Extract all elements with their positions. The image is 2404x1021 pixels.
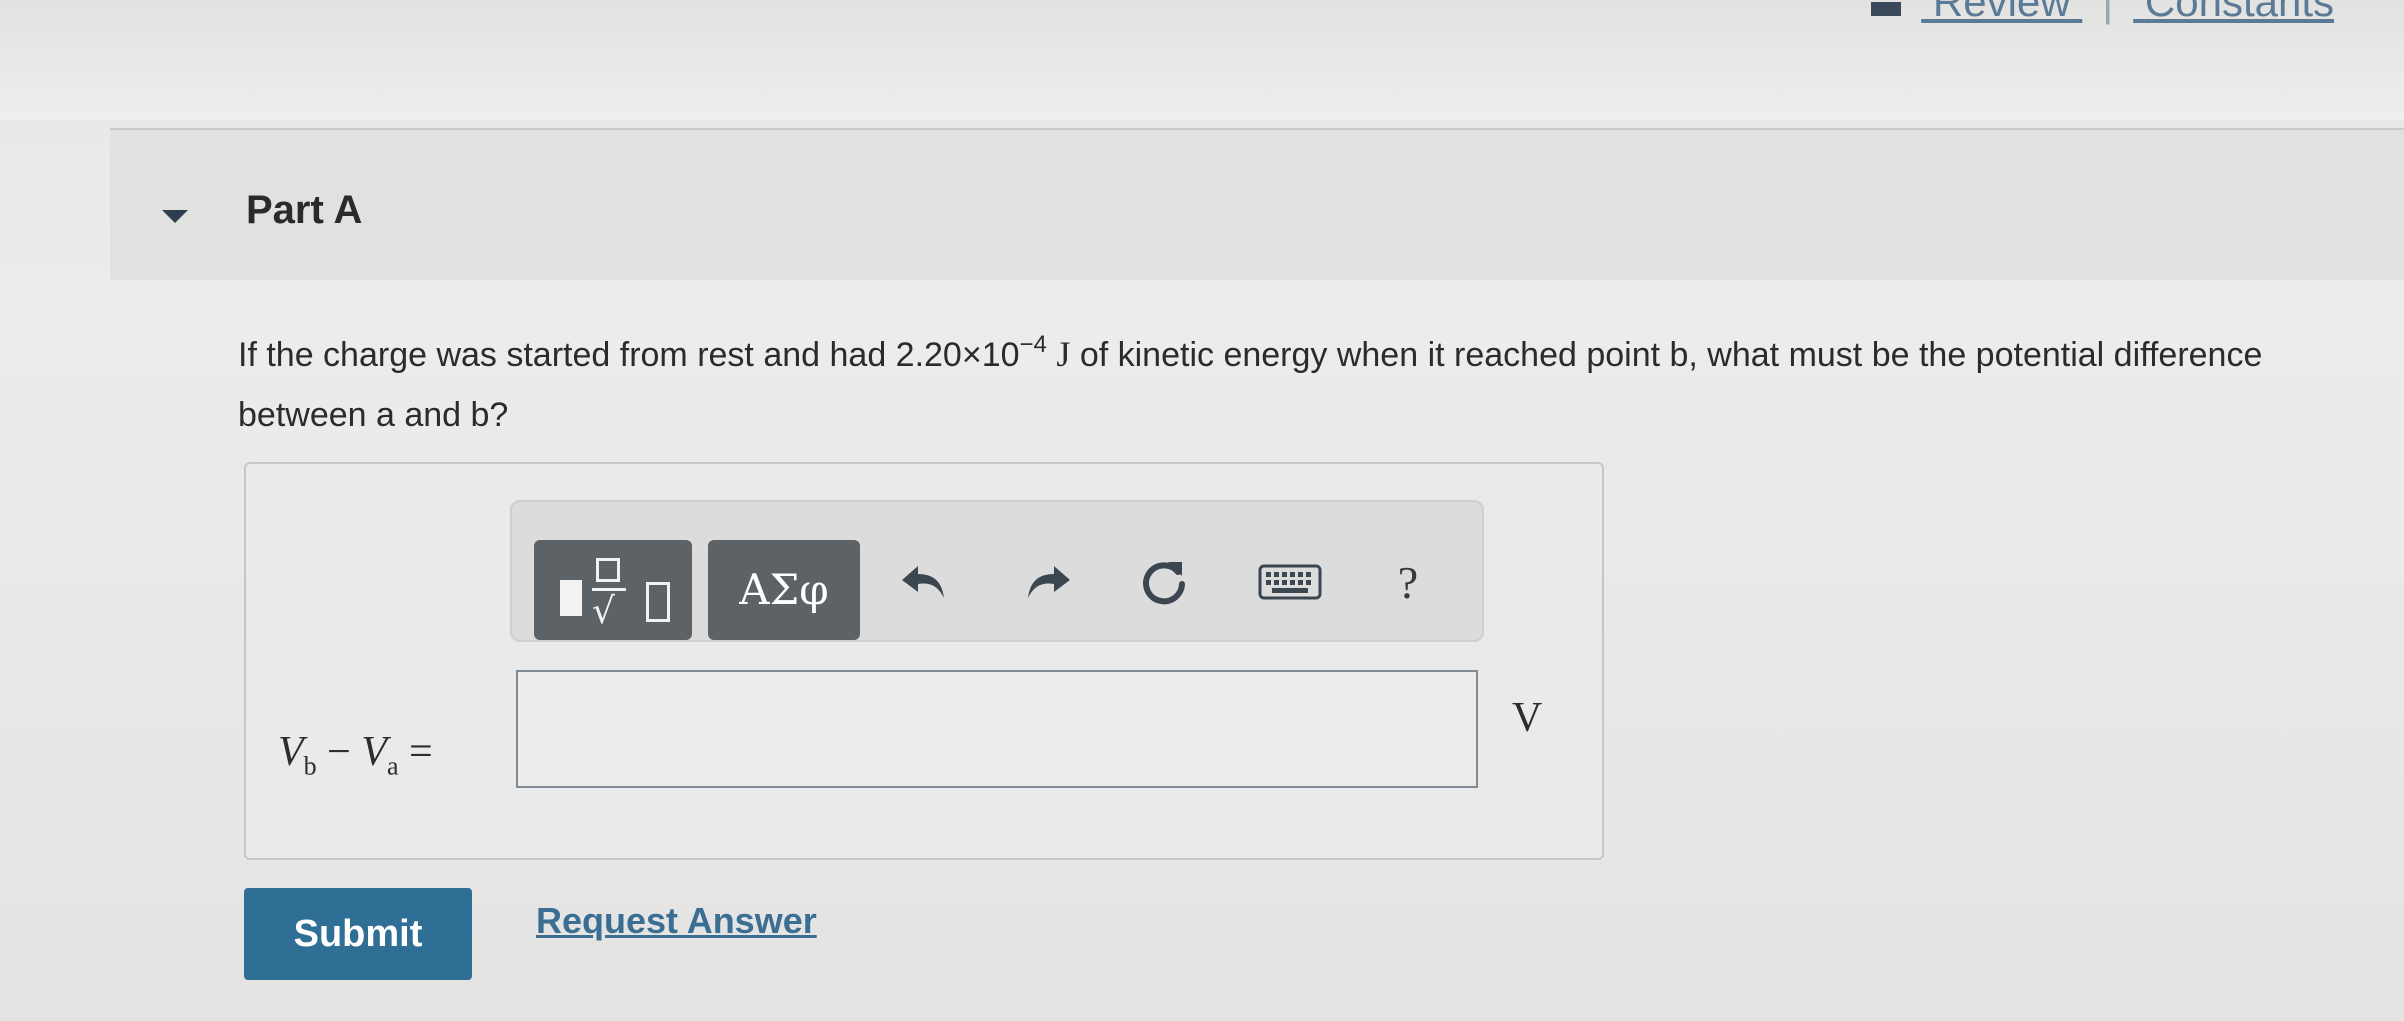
review-link[interactable]: Review xyxy=(1933,0,2071,25)
keyboard-button[interactable] xyxy=(1250,542,1330,622)
equation-label: Vb − Va = xyxy=(278,728,433,781)
math-toolbar: √ ΑΣφ ? xyxy=(510,500,1484,642)
energy-exponent: −4 xyxy=(1019,331,1047,358)
redo-button[interactable] xyxy=(1008,542,1088,622)
energy-mantissa: 2.20×10 xyxy=(895,336,1020,374)
redo-icon xyxy=(1028,566,1070,598)
radicand-box-glyph xyxy=(646,582,670,622)
symbols-button[interactable]: ΑΣφ xyxy=(708,540,860,640)
energy-value: 2.20×10−4 xyxy=(895,331,1047,374)
answer-input[interactable] xyxy=(516,670,1478,788)
energy-unit: J xyxy=(1056,334,1071,374)
equals-sign: = xyxy=(398,729,433,775)
minus-sign: − xyxy=(316,729,362,775)
request-answer-link[interactable]: Request Answer xyxy=(536,900,817,942)
undo-button[interactable] xyxy=(884,542,964,622)
submit-button[interactable]: Submit xyxy=(244,888,472,980)
undo-icon xyxy=(902,566,944,598)
templates-button[interactable]: √ xyxy=(534,540,692,640)
fraction-glyph xyxy=(596,558,620,582)
part-title: Part A xyxy=(246,188,363,232)
keyboard-icon xyxy=(1258,564,1322,600)
subscript-b: b xyxy=(303,751,317,781)
question-text-before: If the charge was started from rest and … xyxy=(238,336,896,374)
radical-icon: √ xyxy=(592,591,615,632)
reset-button[interactable] xyxy=(1124,542,1204,622)
caret-down-icon[interactable] xyxy=(162,210,188,223)
answer-unit: V xyxy=(1512,695,1543,741)
top-links-separator: | xyxy=(2102,0,2114,25)
variable-va: V xyxy=(361,729,387,775)
header-marker xyxy=(1871,2,1902,16)
reset-icon xyxy=(1143,562,1185,605)
help-button[interactable]: ? xyxy=(1368,542,1448,622)
templates-block-glyph xyxy=(560,580,582,616)
part-header[interactable]: Part A xyxy=(110,130,2404,280)
constants-link[interactable]: Constants xyxy=(2145,0,2334,25)
variable-vb: V xyxy=(278,729,304,775)
question-text: If the charge was started from rest and … xyxy=(238,315,2338,445)
top-links: Review | Constants xyxy=(1871,0,2334,26)
subscript-a: a xyxy=(387,751,399,781)
